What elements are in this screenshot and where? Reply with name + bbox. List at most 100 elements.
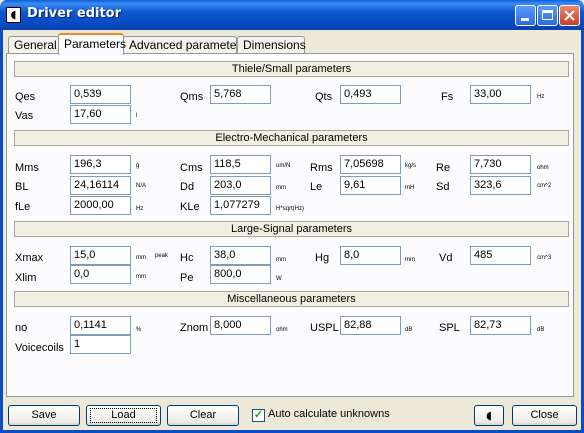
no-unit: % bbox=[136, 327, 142, 333]
re-field[interactable]: 7,730 bbox=[470, 155, 531, 174]
qes-field[interactable]: 0,539 bbox=[70, 85, 131, 104]
bl-field[interactable]: 24,16114 bbox=[70, 176, 131, 195]
dd-unit: mm bbox=[276, 185, 286, 191]
dd-field[interactable]: 203,0 bbox=[210, 176, 271, 195]
sd-label: Sd bbox=[436, 181, 450, 193]
rms-label: Rms bbox=[310, 162, 333, 174]
fs-field[interactable]: 33,00 bbox=[470, 85, 531, 104]
uspl-label: USPL bbox=[310, 322, 339, 334]
tab-advanced-parameters[interactable]: Advanced parameters bbox=[123, 36, 246, 54]
close-button[interactable]: Close bbox=[512, 405, 577, 426]
xmax-label: Xmax bbox=[15, 252, 44, 264]
qts-label: Qts bbox=[315, 91, 333, 103]
uspl-unit: dB bbox=[405, 327, 413, 333]
rms-unit: kg/s bbox=[405, 163, 417, 169]
hc-unit: mm bbox=[276, 257, 286, 263]
vas-label: Vas bbox=[15, 110, 34, 122]
minimize-icon bbox=[521, 18, 529, 21]
fle-label: fLe bbox=[15, 201, 31, 213]
cms-unit: um/N bbox=[276, 163, 291, 169]
bl-label: BL bbox=[15, 181, 29, 193]
qes-label: Qes bbox=[15, 91, 36, 103]
xlim-label: Xlim bbox=[15, 272, 37, 284]
section-thiele-small: Thiele/Small parameters bbox=[14, 61, 569, 77]
fs-label: Fs bbox=[441, 91, 454, 103]
xlim-unit: mm bbox=[136, 274, 146, 280]
sd-field[interactable]: 323,6 bbox=[470, 176, 531, 195]
vas-field[interactable]: 17,60 bbox=[70, 105, 131, 124]
bl-unit: N/A bbox=[136, 183, 147, 189]
qts-field[interactable]: 0,493 bbox=[340, 85, 401, 104]
znom-field[interactable]: 8,000 bbox=[210, 316, 271, 335]
section-misc: Miscellaneous parameters bbox=[14, 291, 569, 307]
window-title: Driver editor bbox=[27, 6, 122, 21]
cms-label: Cms bbox=[180, 162, 203, 174]
speaker-button[interactable]: ◖ bbox=[474, 405, 504, 426]
cms-field[interactable]: 118,5 bbox=[210, 155, 271, 174]
load-button[interactable]: Load bbox=[86, 405, 161, 426]
tab-parameters[interactable]: Parameters bbox=[58, 33, 126, 55]
hc-field[interactable]: 38,0 bbox=[210, 246, 271, 265]
qms-field[interactable]: 5,768 bbox=[210, 85, 271, 104]
title-bar: ◖ Driver editor bbox=[0, 0, 584, 30]
rms-field[interactable]: 7,05698 bbox=[340, 155, 401, 174]
vd-label: Vd bbox=[439, 252, 453, 264]
xmax-unit: mm bbox=[136, 255, 146, 261]
re-label: Re bbox=[436, 162, 451, 174]
kle-label: KLe bbox=[180, 201, 200, 213]
voicecoils-label: Voicecoils bbox=[15, 342, 64, 354]
clear-button[interactable]: Clear bbox=[167, 405, 239, 426]
le-label: Le bbox=[310, 181, 323, 193]
voicecoils-field[interactable]: 1 bbox=[70, 335, 131, 354]
section-electro-mechanical: Electro-Mechanical parameters bbox=[14, 130, 569, 146]
minimize-button[interactable] bbox=[515, 5, 536, 26]
fle-field[interactable]: 2000,00 bbox=[70, 196, 131, 215]
fs-unit: Hz bbox=[537, 94, 545, 100]
close-window-button[interactable] bbox=[559, 5, 580, 26]
kle-field[interactable]: 1,077279 bbox=[210, 196, 271, 215]
pe-unit: W bbox=[276, 276, 282, 282]
xlim-field[interactable]: 0,0 bbox=[70, 265, 131, 284]
znom-unit: ohm bbox=[276, 327, 288, 333]
hc-label: Hc bbox=[180, 252, 194, 264]
speaker-icon: ◖ bbox=[6, 7, 21, 23]
save-button[interactable]: Save bbox=[8, 405, 80, 426]
maximize-icon bbox=[542, 10, 553, 20]
hg-unit: mm bbox=[405, 257, 415, 263]
hg-field[interactable]: 8,0 bbox=[340, 246, 401, 265]
xmax-field[interactable]: 15,0 bbox=[70, 246, 131, 265]
maximize-button[interactable] bbox=[537, 5, 558, 26]
le-field[interactable]: 9,61 bbox=[340, 176, 401, 195]
auto-calculate-checkbox[interactable]: ✓ bbox=[252, 409, 265, 422]
tab-dimensions[interactable]: Dimensions bbox=[237, 36, 306, 54]
fle-unit: Hz bbox=[136, 206, 144, 212]
mms-field[interactable]: 196,3 bbox=[70, 155, 131, 174]
mms-unit: g bbox=[136, 163, 140, 169]
uspl-field[interactable]: 82,88 bbox=[340, 316, 401, 335]
no-field[interactable]: 0,1141 bbox=[70, 316, 131, 335]
pe-label: Pe bbox=[180, 272, 194, 284]
hg-label: Hg bbox=[315, 252, 330, 264]
qms-label: Qms bbox=[180, 91, 204, 103]
auto-calculate-label: Auto calculate unknowns bbox=[268, 408, 390, 420]
vd-unit: cm^3 bbox=[537, 255, 552, 261]
spl-unit: dB bbox=[537, 327, 545, 333]
pe-field[interactable]: 800,0 bbox=[210, 265, 271, 284]
no-label: no bbox=[15, 322, 28, 334]
load-button-label: Load bbox=[111, 409, 136, 421]
vd-field[interactable]: 485 bbox=[470, 246, 531, 265]
speaker-icon: ◖ bbox=[486, 409, 492, 422]
vas-unit: l bbox=[136, 113, 138, 119]
section-large-signal: Large-Signal parameters bbox=[14, 221, 569, 237]
spl-label: SPL bbox=[439, 322, 460, 334]
znom-label: Znom bbox=[180, 322, 209, 334]
mms-label: Mms bbox=[15, 162, 39, 174]
le-unit: mH bbox=[405, 185, 415, 191]
kle-unit: H*sqrt(Hz) bbox=[276, 206, 304, 212]
close-icon bbox=[564, 10, 575, 21]
dd-label: Dd bbox=[180, 181, 195, 193]
xmax-unit-peak: peak bbox=[155, 253, 169, 259]
re-unit: ohm bbox=[537, 165, 549, 171]
tab-general[interactable]: General bbox=[8, 36, 60, 54]
spl-field[interactable]: 82,73 bbox=[470, 316, 531, 335]
